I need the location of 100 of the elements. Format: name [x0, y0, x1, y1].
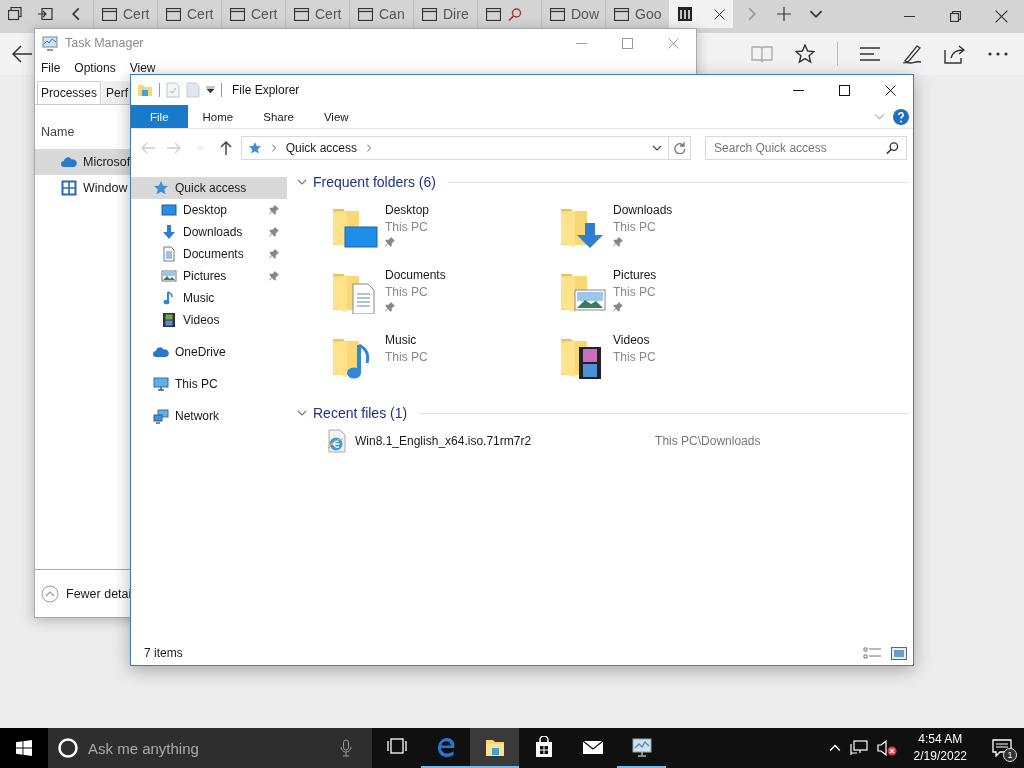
nav-item[interactable]: Videos	[131, 309, 287, 331]
close-icon[interactable]	[994, 10, 1008, 23]
up-arrow-icon[interactable]	[219, 141, 232, 155]
details-view-icon[interactable]	[863, 646, 881, 660]
browser-tab[interactable]	[669, 0, 733, 28]
chevron-right-icon[interactable]	[269, 144, 278, 152]
folder-name[interactable]: Music	[385, 333, 428, 347]
microphone-icon[interactable]	[340, 739, 352, 757]
pin-icon	[269, 271, 279, 281]
chevron-down-icon[interactable]	[297, 177, 307, 187]
restore-icon[interactable]	[949, 11, 961, 22]
monitor-icon	[153, 376, 169, 392]
tab[interactable]: Perf	[102, 81, 133, 104]
plus-icon[interactable]	[777, 7, 791, 21]
ribbon-tab[interactable]: Home	[187, 105, 249, 128]
menu-item[interactable]: Options	[74, 61, 116, 75]
search-field[interactable]: Ask me anything	[48, 728, 372, 768]
window-arrow-icon[interactable]	[38, 8, 53, 20]
folder-name[interactable]: Downloads	[613, 203, 673, 217]
clock[interactable]: 4:54 AM 2/19/2022	[913, 731, 967, 765]
folder-name[interactable]: Documents	[385, 268, 446, 282]
process-row[interactable]: Window	[35, 175, 130, 201]
chevron-up-circle-icon[interactable]	[41, 584, 59, 603]
window-icon	[102, 7, 117, 21]
close-icon[interactable]	[884, 84, 896, 96]
nav-item[interactable]: Music	[131, 287, 287, 309]
help-icon[interactable]	[893, 108, 909, 125]
maximize-icon[interactable]	[838, 84, 850, 96]
folder-location: This PC	[613, 285, 657, 299]
search-field[interactable]: Search Quick access	[705, 136, 908, 160]
refresh-icon	[673, 142, 686, 154]
pin-icon	[269, 227, 279, 237]
nav-label: Videos	[183, 313, 220, 327]
taskbar-button[interactable]	[470, 728, 519, 768]
nav-item[interactable]: Network	[131, 405, 287, 427]
back-arrow-icon[interactable]	[12, 45, 32, 63]
clock-time: 4:54 AM	[918, 731, 963, 748]
shield-icon	[61, 180, 77, 196]
tab[interactable]: Processes	[37, 81, 102, 104]
chevron-up-icon[interactable]	[828, 742, 841, 754]
network-icon[interactable]	[849, 740, 868, 756]
more-icon[interactable]	[988, 52, 1008, 56]
fewer-details-link[interactable]: Fewer detai	[66, 586, 132, 601]
caret-icon[interactable]	[206, 86, 215, 94]
film-icon	[161, 312, 177, 328]
window-icon	[166, 7, 181, 21]
folder-location: This PC	[613, 350, 656, 364]
window-icon	[230, 7, 245, 21]
star-icon	[153, 180, 169, 196]
chevron-right-icon[interactable]	[365, 144, 374, 152]
nav-item[interactable]: Downloads	[131, 221, 287, 243]
pillars-icon	[677, 6, 693, 22]
menu-item[interactable]: View	[129, 61, 156, 75]
ribbon-tab[interactable]: Share	[248, 105, 309, 128]
nav-item[interactable]: OneDrive	[131, 341, 287, 363]
share-icon[interactable]	[944, 44, 966, 64]
window-icon	[614, 7, 629, 21]
column-header[interactable]: Name	[41, 125, 75, 139]
speaker-muted-icon[interactable]	[876, 739, 897, 757]
nav-item[interactable]: Documents	[131, 243, 287, 265]
chevron-down-icon[interactable]	[297, 408, 307, 418]
nav-item[interactable]: Quick access	[131, 177, 287, 199]
ribbon-tab[interactable]: View	[308, 105, 364, 128]
message-icon[interactable]	[992, 739, 1012, 757]
ribbon-tab[interactable]: File	[131, 105, 188, 128]
search-icon	[885, 141, 900, 155]
menu-item[interactable]: File	[41, 61, 61, 75]
folder-name[interactable]: Desktop	[385, 203, 430, 217]
nav-item[interactable]: This PC	[131, 373, 287, 395]
stacked-windows-icon[interactable]	[8, 7, 22, 21]
window-icon	[358, 7, 373, 21]
chevron-down-icon[interactable]	[652, 143, 663, 153]
nav-label: Desktop	[183, 203, 228, 217]
windows-logo-icon	[16, 740, 32, 756]
breadcrumb-item[interactable]: Quick access	[285, 141, 358, 155]
process-row[interactable]: Microsof	[35, 149, 130, 175]
folder-name[interactable]: Pictures	[613, 268, 657, 282]
address-bar[interactable]: Quick access	[240, 136, 670, 160]
nav-label: This PC	[175, 377, 218, 391]
process-name: Microsof	[83, 155, 130, 169]
window-icon	[422, 7, 437, 21]
file-name[interactable]: Win8.1_English_x64.iso.71rm7r2	[355, 434, 532, 448]
window-icon	[294, 7, 309, 21]
folder-name[interactable]: Videos	[613, 333, 656, 347]
search-icon	[507, 6, 522, 22]
pen-icon[interactable]	[902, 44, 922, 64]
web-file-icon	[325, 429, 347, 453]
folder-icon	[137, 82, 153, 98]
hub-icon[interactable]	[860, 46, 880, 62]
file-location: This PC\Downloads	[655, 434, 761, 448]
close-icon[interactable]	[714, 8, 725, 20]
nav-item[interactable]: Pictures	[131, 265, 287, 287]
refresh-button[interactable]	[669, 136, 692, 160]
star-icon[interactable]	[795, 44, 815, 64]
start-button[interactable]	[0, 728, 48, 768]
thumbnails-view-icon[interactable]	[891, 646, 907, 660]
nav-label: Documents	[183, 247, 244, 261]
screen-icon	[161, 202, 177, 218]
checked-page-icon[interactable]	[166, 82, 180, 98]
nav-item[interactable]: Desktop	[131, 199, 287, 221]
